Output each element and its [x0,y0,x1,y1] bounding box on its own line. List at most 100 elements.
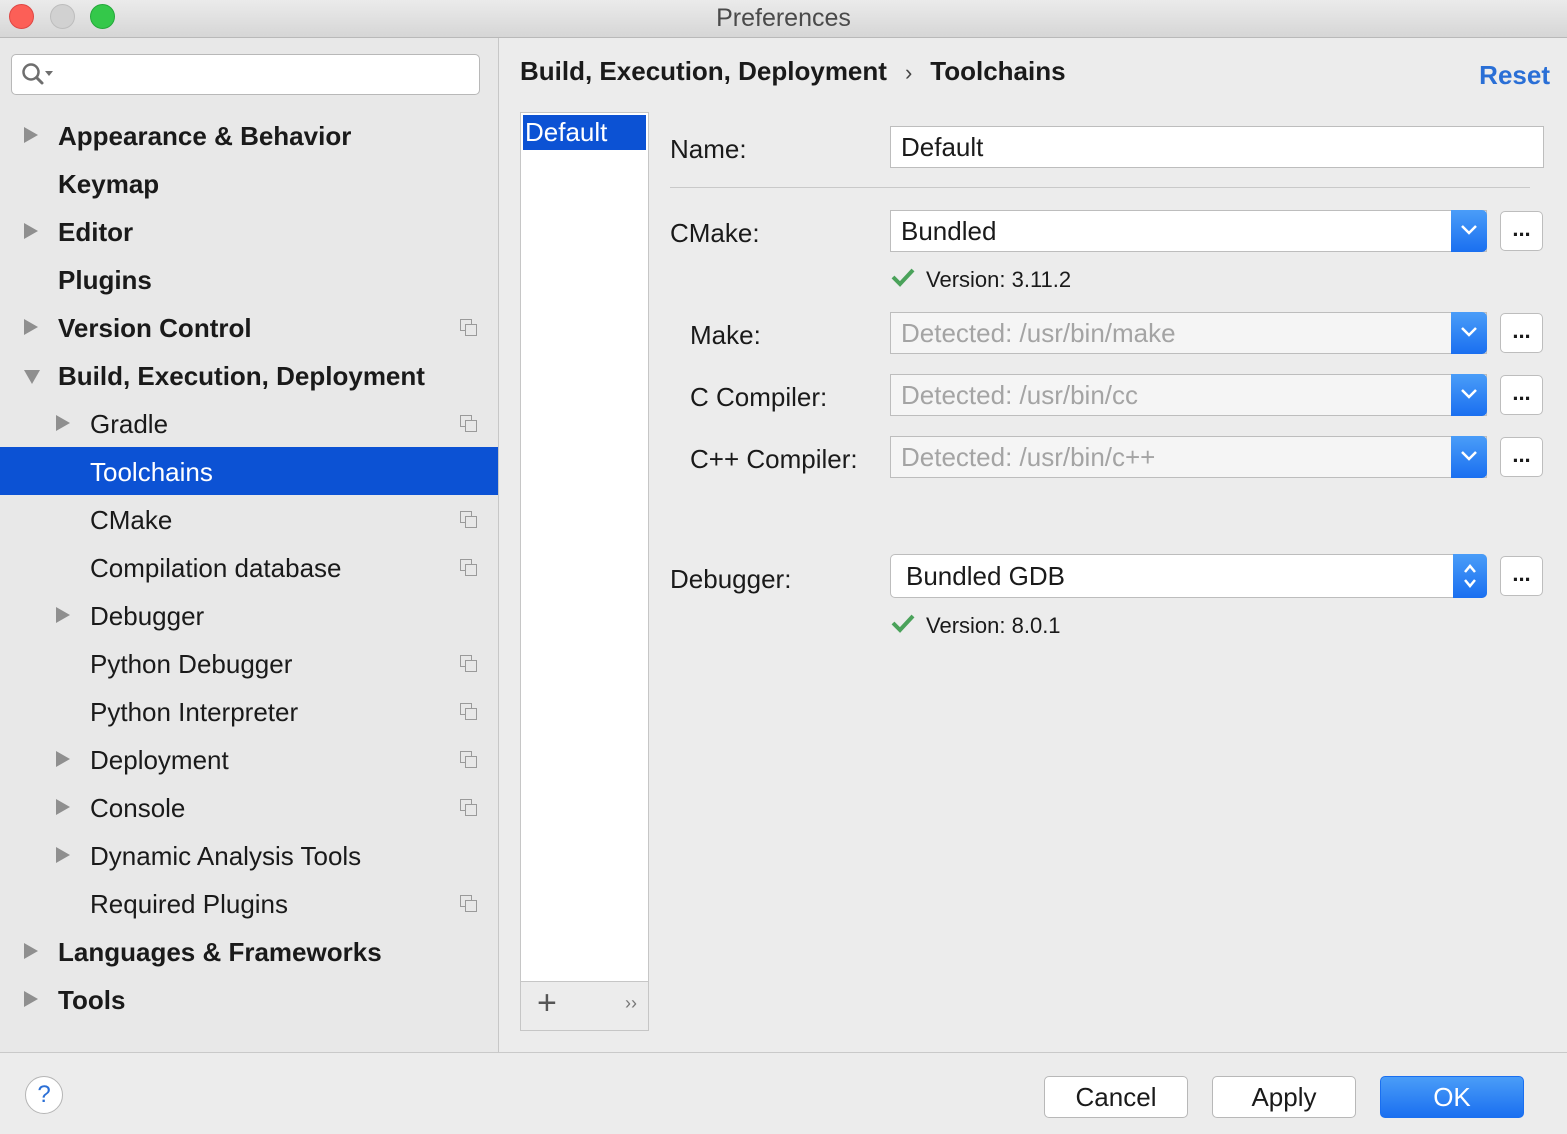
make-browse-button[interactable]: ... [1500,313,1543,353]
breadcrumb-parent: Build, Execution, Deployment [520,56,887,86]
sidebar-item-python-debugger[interactable]: Python Debugger [0,639,498,687]
sidebar-item-label: Version Control [58,313,252,343]
search-icon [22,63,53,85]
reset-link[interactable]: Reset [1479,60,1550,91]
chevron-down-icon[interactable] [1451,210,1487,252]
make-label: Make: [690,320,761,350]
sidebar-item-gradle[interactable]: Gradle [0,399,498,447]
cmake-label: CMake: [670,218,760,248]
sidebar-item-plugins[interactable]: Plugins [0,255,498,303]
sidebar-item-compilation-database[interactable]: Compilation database [0,543,498,591]
settings-search-input[interactable] [64,59,468,91]
sidebar-item-console[interactable]: Console [0,783,498,831]
expand-arrow-icon[interactable] [56,415,70,431]
sidebar-item-label: Dynamic Analysis Tools [90,841,362,871]
cmake-select[interactable]: Bundled [890,210,1487,252]
apply-button[interactable]: Apply [1212,1076,1356,1118]
project-level-icon [460,703,477,720]
sidebar-item-label: CMake [90,505,173,535]
toolchain-item-default[interactable]: Default [523,115,646,150]
title-bar: Preferences [0,0,1567,38]
help-button[interactable]: ? [25,1076,63,1114]
toolchain-list-toolbar: + ›› [521,981,648,1030]
project-level-icon [460,799,477,816]
sidebar-item-label: Gradle [90,409,169,439]
c-compiler-select[interactable]: Detected: /usr/bin/cc [890,374,1487,416]
chevron-down-icon[interactable] [1451,436,1487,478]
sidebar-item-label: Debugger [90,601,205,631]
make-select[interactable]: Detected: /usr/bin/make [890,312,1487,354]
expand-arrow-icon[interactable] [24,991,38,1007]
expand-arrow-icon[interactable] [56,607,70,623]
sidebar-item-label: Toolchains [90,457,213,487]
expand-arrow-icon[interactable] [56,751,70,767]
expand-arrow-icon[interactable] [24,223,38,239]
collapse-arrow-icon[interactable] [24,370,40,384]
sidebar-item-keymap[interactable]: Keymap [0,159,498,207]
make-select-value: Detected: /usr/bin/make [901,318,1176,348]
sidebar-item-cmake[interactable]: CMake [0,495,498,543]
expand-arrow-icon[interactable] [24,127,38,143]
c-compiler-label: C Compiler: [690,382,828,412]
sidebar-item-required-plugins[interactable]: Required Plugins [0,879,498,927]
sidebar-item-debugger[interactable]: Debugger [0,591,498,639]
expand-arrow-icon[interactable] [24,319,38,335]
sidebar-item-label: Plugins [58,265,152,295]
name-field[interactable]: Default [890,126,1544,168]
cancel-button[interactable]: Cancel [1044,1076,1188,1118]
project-level-icon [460,415,477,432]
expand-arrow-icon[interactable] [24,943,38,959]
cmake-browse-button[interactable]: ... [1500,211,1543,251]
check-icon [891,268,915,287]
debugger-select[interactable]: Bundled GDB [890,554,1487,598]
breadcrumb-separator-icon: › [904,60,913,85]
chevron-down-icon[interactable] [1451,312,1487,354]
cmake-select-value: Bundled [901,216,997,246]
project-level-icon [460,511,477,528]
sidebar-item-label: Editor [58,217,134,247]
c-compiler-browse-button[interactable]: ... [1500,375,1543,415]
toolchain-list: Default + ›› [520,112,649,1031]
project-level-icon [460,655,477,672]
debugger-version: Version: 8.0.1 [926,613,1061,638]
settings-sidebar: Appearance & Behavior Keymap Editor Plug… [0,38,499,1052]
sidebar-item-label: Tools [58,985,126,1015]
divider [670,187,1530,188]
window-title: Preferences [716,4,851,32]
settings-search-box[interactable] [11,54,480,95]
sidebar-item-languages-frameworks[interactable]: Languages & Frameworks [0,927,498,975]
debugger-browse-button[interactable]: ... [1500,556,1543,596]
sidebar-item-tools[interactable]: Tools [0,975,498,1023]
sidebar-item-version-control[interactable]: Version Control [0,303,498,351]
cpp-compiler-select[interactable]: Detected: /usr/bin/c++ [890,436,1487,478]
cpp-compiler-browse-button[interactable]: ... [1500,437,1543,477]
expand-arrow-icon[interactable] [56,799,70,815]
sidebar-item-label: Python Debugger [90,649,293,679]
breadcrumb-current: Toolchains [930,56,1066,86]
add-toolchain-button[interactable]: + [537,984,557,1023]
dialog-footer: ? Cancel Apply OK [0,1052,1567,1134]
sidebar-item-label: Languages & Frameworks [58,937,382,967]
debugger-label: Debugger: [670,564,792,594]
cpp-compiler-select-value: Detected: /usr/bin/c++ [901,442,1156,472]
up-down-arrows-icon[interactable] [1453,554,1487,598]
sidebar-item-label: Appearance & Behavior [58,121,352,151]
project-level-icon [460,559,477,576]
sidebar-item-label: Compilation database [90,553,342,583]
sidebar-item-editor[interactable]: Editor [0,207,498,255]
name-label: Name: [670,134,747,164]
sidebar-item-deployment[interactable]: Deployment [0,735,498,783]
sidebar-item-build-execution-deployment[interactable]: Build, Execution, Deployment [0,351,498,399]
sidebar-item-label: Keymap [58,169,160,199]
sidebar-item-toolchains[interactable]: Toolchains [0,447,498,495]
sidebar-item-label: Console [90,793,186,823]
sidebar-item-python-interpreter[interactable]: Python Interpreter [0,687,498,735]
project-level-icon [460,319,477,336]
cpp-compiler-label: C++ Compiler: [690,444,858,474]
chevron-down-icon[interactable] [1451,374,1487,416]
expand-arrow-icon[interactable] [56,847,70,863]
sidebar-item-appearance-behavior[interactable]: Appearance & Behavior [0,111,498,159]
more-actions-icon[interactable]: ›› [625,993,637,1014]
sidebar-item-dynamic-analysis-tools[interactable]: Dynamic Analysis Tools [0,831,498,879]
ok-button[interactable]: OK [1380,1076,1524,1118]
